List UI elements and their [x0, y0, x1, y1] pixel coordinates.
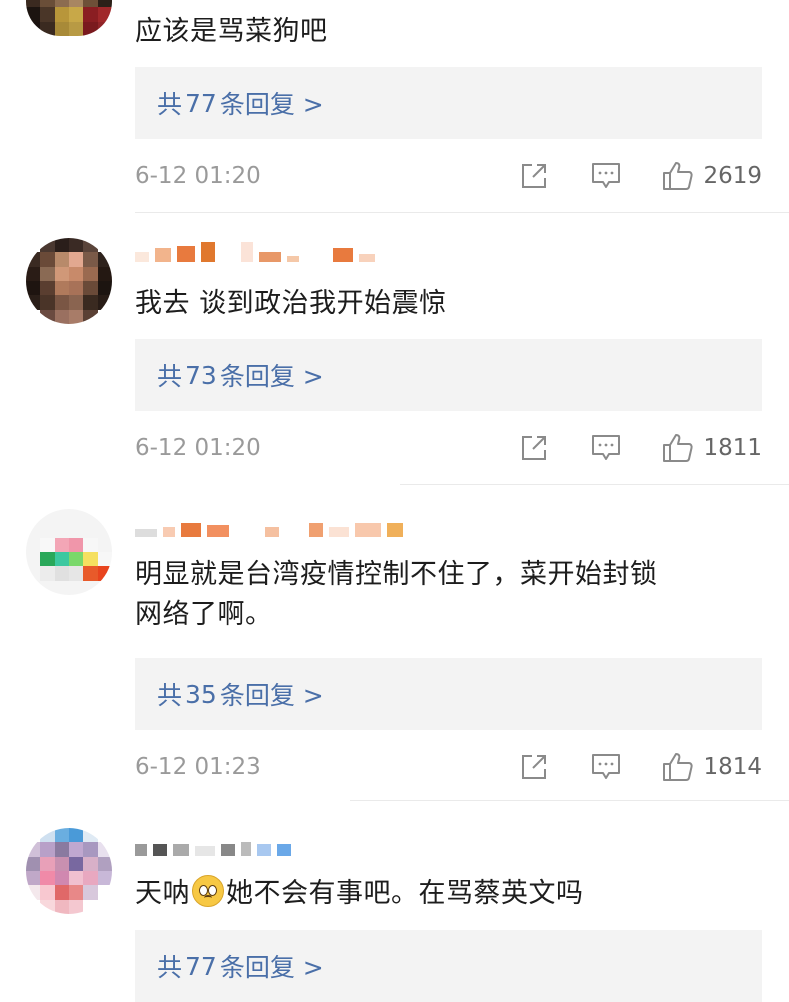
view-replies-link[interactable]: 共 35 条回复 > [135, 658, 762, 730]
username[interactable] [135, 515, 403, 537]
like-count: 2619 [703, 163, 762, 189]
replies-count: 77 [185, 88, 217, 118]
comment-time: 6-12 01:20 [135, 435, 261, 461]
username[interactable] [135, 240, 375, 262]
share-icon[interactable] [517, 431, 551, 465]
comment-icon[interactable] [589, 159, 623, 193]
like-count: 1814 [703, 754, 762, 780]
avatar[interactable] [26, 0, 112, 36]
comment-text: 天呐 她不会有事吧。在骂蔡英文吗 [135, 874, 755, 914]
like-count: 1811 [703, 435, 762, 461]
thumbs-up-icon[interactable] [661, 431, 695, 465]
replies-count: 73 [185, 360, 217, 390]
replies-suffix: 条回复 > [219, 362, 324, 391]
avatar[interactable] [26, 828, 112, 914]
view-replies-link[interactable]: 共 77 条回复 > [135, 67, 762, 139]
avatar[interactable] [26, 509, 112, 595]
view-replies-link[interactable]: 共 77 条回复 > [135, 930, 762, 1002]
comment-text: 应该是骂菜狗吧 [135, 16, 328, 47]
replies-prefix: 共 [157, 362, 183, 391]
divider [400, 484, 789, 485]
replies-suffix: 条回复 > [219, 953, 324, 982]
replies-prefix: 共 [157, 90, 183, 119]
replies-suffix: 条回复 > [219, 90, 324, 119]
thumbs-up-icon[interactable] [661, 750, 695, 784]
comment-text-part: 天呐 [135, 878, 190, 909]
comment-actions: 1814 [517, 750, 762, 784]
replies-count: 77 [185, 951, 217, 981]
comment-text-part: 她不会有事吧。在骂蔡英文吗 [226, 878, 584, 909]
comment-time: 6-12 01:20 [135, 163, 261, 189]
comment-text: 我去 谈到政治我开始震惊 [135, 288, 447, 319]
replies-suffix: 条回复 > [219, 681, 324, 710]
comment-icon[interactable] [589, 431, 623, 465]
comment-actions: 1811 [517, 431, 762, 465]
comment-meta: 6-12 01:20 1811 [135, 431, 762, 465]
pleading-face-emoji [192, 875, 224, 907]
comment-icon[interactable] [589, 750, 623, 784]
comment-text-line: 网络了啊。 [135, 599, 273, 630]
comment-meta: 6-12 01:20 2619 [135, 159, 762, 193]
comment-text-line: 明显就是台湾疫情控制不住了，菜开始封锁 [135, 559, 658, 590]
share-icon[interactable] [517, 750, 551, 784]
comment-text: 明显就是台湾疫情控制不住了，菜开始封锁 网络了啊。 [135, 555, 755, 635]
comment-time: 6-12 01:23 [135, 754, 261, 780]
view-replies-link[interactable]: 共 73 条回复 > [135, 339, 762, 411]
divider [135, 212, 789, 213]
share-icon[interactable] [517, 159, 551, 193]
replies-prefix: 共 [157, 953, 183, 982]
username[interactable] [135, 834, 291, 856]
thumbs-up-icon[interactable] [661, 159, 695, 193]
avatar[interactable] [26, 238, 112, 324]
replies-count: 35 [185, 679, 217, 709]
divider [350, 800, 789, 801]
comment-meta: 6-12 01:23 1814 [135, 750, 762, 784]
replies-prefix: 共 [157, 681, 183, 710]
comment-actions: 2619 [517, 159, 762, 193]
